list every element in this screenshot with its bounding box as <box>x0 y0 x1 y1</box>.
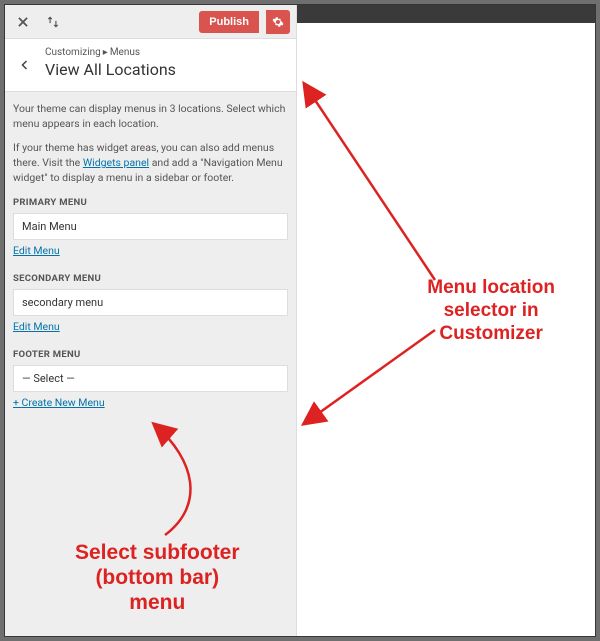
back-button[interactable] <box>13 49 37 81</box>
customizer-topbar: Publish <box>5 5 296 39</box>
close-icon[interactable] <box>11 10 35 34</box>
create-new-menu-link[interactable]: + Create New Menu <box>13 396 105 409</box>
widgets-panel-link[interactable]: Widgets panel <box>83 156 149 169</box>
primary-menu-label: PRIMARY MENU <box>13 197 288 208</box>
footer-menu-select[interactable]: — Select — <box>13 365 288 392</box>
breadcrumb: Customizing▸Menus <box>45 47 176 58</box>
edit-primary-menu-link[interactable]: Edit Menu <box>13 244 60 257</box>
publish-button[interactable]: Publish <box>199 11 259 33</box>
intro-paragraph-1: Your theme can display menus in 3 locati… <box>13 102 288 131</box>
panel-header: Customizing▸Menus View All Locations <box>5 39 296 92</box>
edit-secondary-menu-link[interactable]: Edit Menu <box>13 320 60 333</box>
app-frame: Publish Customizing▸Menus View All Locat… <box>4 4 596 637</box>
annotation-menu-location: Menu location selector in Customizer <box>427 277 555 345</box>
page-title: View All Locations <box>45 60 176 79</box>
preview-chrome-bar <box>297 5 595 23</box>
secondary-menu-select[interactable]: secondary menu <box>13 289 288 316</box>
footer-menu-label: FOOTER MENU <box>13 349 288 360</box>
intro-paragraph-2: If your theme has widget areas, you can … <box>13 141 288 185</box>
annotation-subfooter: Select subfooter (bottom bar) menu <box>75 540 240 616</box>
panel-body: Your theme can display menus in 3 locati… <box>5 92 296 421</box>
secondary-menu-label: SECONDARY MENU <box>13 273 288 284</box>
primary-menu-select[interactable]: Main Menu <box>13 213 288 240</box>
device-toggle-icon[interactable] <box>41 10 65 34</box>
publish-settings-button[interactable] <box>266 10 290 34</box>
